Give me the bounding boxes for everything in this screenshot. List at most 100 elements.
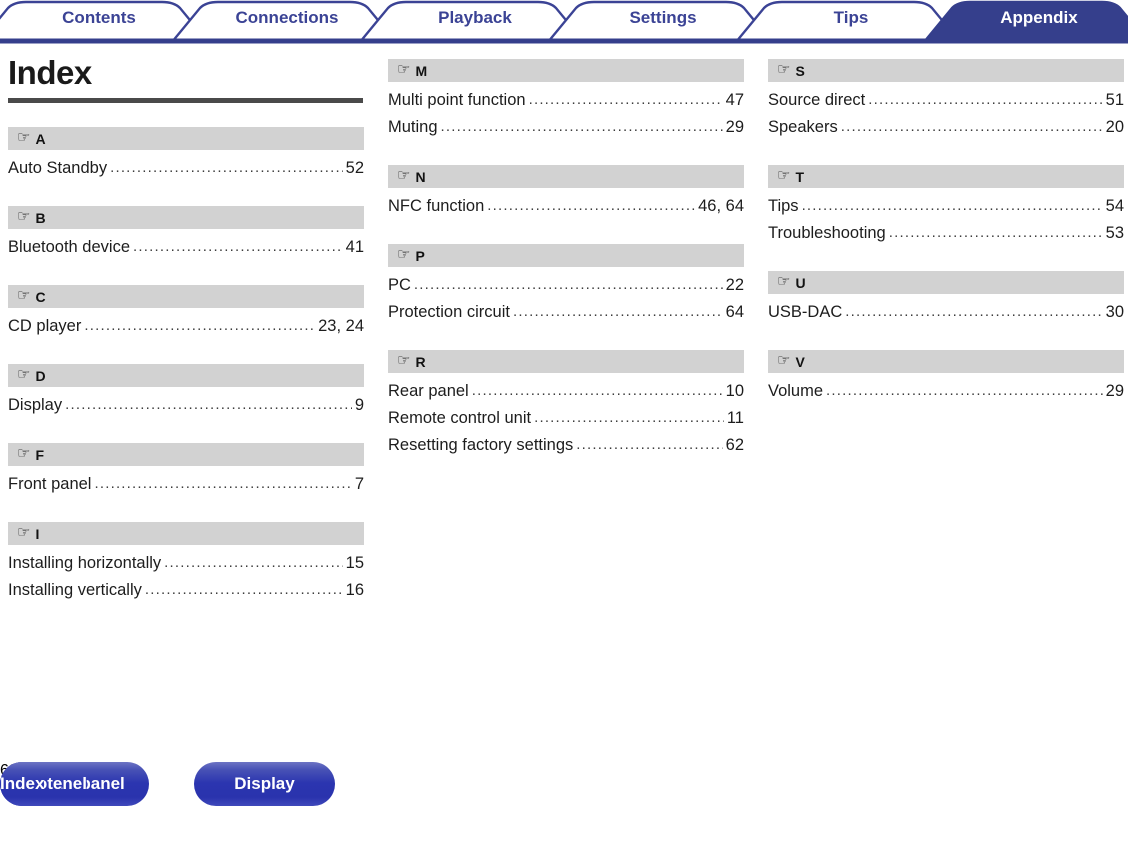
section-letter: S [795, 62, 805, 79]
index-entry[interactable]: Multi point function....................… [388, 87, 744, 114]
index-entry[interactable]: Volume..................................… [768, 378, 1124, 405]
index-entry[interactable]: Resetting factory settings..............… [388, 432, 744, 459]
leader-dots: ........................................… [110, 159, 343, 176]
index-section-v: ☞ V Volume................................… [768, 350, 1124, 405]
section-letter: C [35, 288, 46, 305]
index-entry-label: Protection circuit [388, 303, 510, 321]
footer-nav: Front panel Display Rear panel Remote In… [0, 762, 1128, 859]
section-letter: V [795, 353, 805, 370]
leader-dots: ........................................… [845, 303, 1103, 320]
index-section-d: ☞ D Display...............................… [8, 364, 364, 419]
page-number: 69 [0, 762, 1128, 780]
pointing-hand-icon: ☞ [17, 208, 31, 225]
index-entry[interactable]: Remote control unit.....................… [388, 405, 744, 432]
tab-contents[interactable]: Contents [14, 7, 184, 29]
index-entry-page: 23, 24 [318, 317, 364, 335]
section-header: ☞ B [8, 206, 364, 229]
tab-appendix[interactable]: Appendix [954, 7, 1124, 29]
index-entry[interactable]: Installing vertically...................… [8, 577, 364, 604]
index-entry[interactable]: Rear panel..............................… [388, 378, 744, 405]
index-entry-page: 29 [1105, 382, 1124, 400]
index-entry-page: 62 [725, 436, 744, 454]
leader-dots: ........................................… [888, 224, 1103, 241]
section-header: ☞ S [768, 59, 1124, 82]
pointing-hand-icon: ☞ [17, 129, 31, 146]
index-column-3: ☞ S Source direct.........................… [768, 59, 1124, 405]
index-entry[interactable]: Installing horizontally.................… [8, 550, 364, 577]
index-section-a: ☞ A Auto Standby..........................… [8, 127, 364, 182]
index-entry[interactable]: Troubleshooting.........................… [768, 220, 1124, 247]
index-entry-page: 7 [354, 475, 364, 493]
section-letter: B [35, 209, 46, 226]
index-entry[interactable]: Auto Standby............................… [8, 155, 364, 182]
index-entry[interactable]: Muting..................................… [388, 114, 744, 141]
index-entry[interactable]: NFC function............................… [388, 193, 744, 220]
index-entry-page: 54 [1105, 197, 1124, 215]
index-section-m: ☞ M Multi point function..................… [388, 59, 744, 141]
home-icon[interactable] [0, 780, 1128, 812]
index-entry-page: 10 [725, 382, 744, 400]
index-section-i: ☞ I Installing horizontally...............… [8, 522, 364, 604]
index-entry[interactable]: Tips....................................… [768, 193, 1124, 220]
pointing-hand-icon: ☞ [397, 352, 411, 369]
tab-playback[interactable]: Playback [390, 7, 560, 29]
section-letter: N [415, 168, 426, 185]
index-entry[interactable]: Speakers................................… [768, 114, 1124, 141]
index-entry-page: 9 [354, 396, 364, 414]
section-letter: D [35, 367, 46, 384]
index-entry[interactable]: Source direct...........................… [768, 87, 1124, 114]
section-header: ☞ N [388, 165, 744, 188]
leader-dots: ........................................… [801, 197, 1103, 214]
leader-dots: ........................................… [133, 238, 343, 255]
arrow-left-icon[interactable] [0, 812, 1128, 839]
leader-dots: ........................................… [528, 91, 723, 108]
index-entry-label: Tips [768, 197, 799, 215]
pointing-hand-icon: ☞ [397, 167, 411, 184]
section-letter: T [795, 168, 805, 185]
section-header: ☞ I [8, 522, 364, 545]
leader-dots: ........................................… [840, 118, 1103, 135]
arrow-right-icon[interactable] [0, 839, 1128, 866]
section-header: ☞ M [388, 59, 744, 82]
index-entry-page: 11 [726, 409, 744, 427]
leader-dots: ........................................… [144, 581, 343, 598]
section-letter: R [415, 353, 426, 370]
tab-settings[interactable]: Settings [578, 7, 748, 29]
leader-dots: ........................................… [576, 436, 722, 453]
index-entry-label: NFC function [388, 197, 485, 215]
leader-dots: ........................................… [471, 382, 723, 399]
section-letter: F [35, 446, 45, 463]
index-entry-page: 29 [725, 118, 744, 136]
index-entry-label: Installing horizontally [8, 554, 162, 572]
index-entry[interactable]: USB-DAC.................................… [768, 299, 1124, 326]
leader-dots: ........................................… [413, 276, 723, 293]
index-entry-label: Troubleshooting [768, 224, 886, 242]
index-entry-label: Source direct [768, 91, 866, 109]
index-entry[interactable]: Bluetooth device........................… [8, 234, 364, 261]
index-entry-label: Speakers [768, 118, 838, 136]
index-entry[interactable]: PC......................................… [388, 272, 744, 299]
leader-dots: ........................................… [65, 396, 352, 413]
index-entry-page: 51 [1105, 91, 1124, 109]
pointing-hand-icon: ☞ [777, 352, 791, 369]
pointing-hand-icon: ☞ [777, 61, 791, 78]
pointing-hand-icon: ☞ [17, 445, 31, 462]
index-entry-label: Bluetooth device [8, 238, 131, 256]
leader-dots: ........................................… [440, 118, 723, 135]
index-entry-label: USB-DAC [768, 303, 843, 321]
index-content: ☞ A Auto Standby..........................… [0, 58, 1128, 758]
index-entry-page: 22 [725, 276, 744, 294]
section-header: ☞ D [8, 364, 364, 387]
index-entry[interactable]: Protection circuit......................… [388, 299, 744, 326]
tab-connections[interactable]: Connections [202, 7, 372, 29]
index-entry[interactable]: CD player...............................… [8, 313, 364, 340]
index-entry-page: 47 [725, 91, 744, 109]
tab-tips[interactable]: Tips [766, 7, 936, 29]
index-entry[interactable]: Display.................................… [8, 392, 364, 419]
tab-baseline [0, 38, 1128, 44]
section-header: ☞ V [768, 350, 1124, 373]
footer-button-display[interactable]: Display [194, 762, 335, 806]
index-entry-label: Muting [388, 118, 438, 136]
index-entry[interactable]: Front panel.............................… [8, 471, 364, 498]
section-header: ☞ R [388, 350, 744, 373]
